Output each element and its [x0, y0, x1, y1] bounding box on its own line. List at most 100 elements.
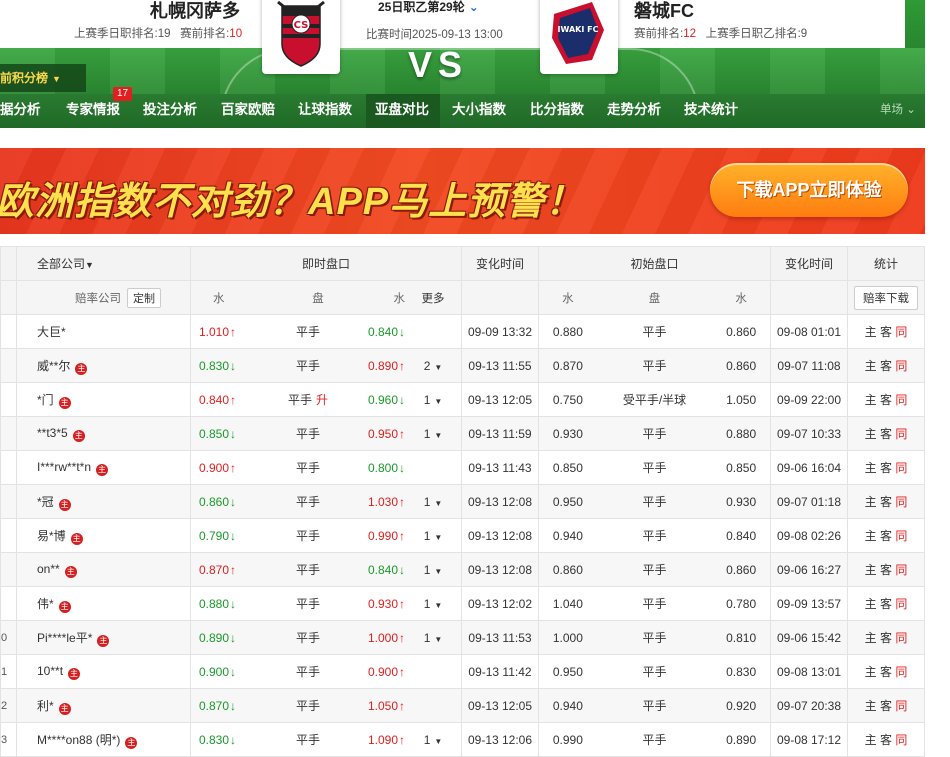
- live-home-water[interactable]: 0.790↓: [192, 529, 270, 543]
- stats-same-link[interactable]: 同: [895, 597, 907, 611]
- stats-home-link[interactable]: 主: [865, 427, 877, 441]
- stats-same-link[interactable]: 同: [895, 495, 907, 509]
- single-match-dropdown[interactable]: 单场 ⌄: [880, 94, 916, 128]
- live-home-water[interactable]: 0.870↑: [192, 563, 270, 577]
- company-cell[interactable]: I***rw**t*n 主: [16, 450, 191, 485]
- nav-item-euro-odds[interactable]: 百家欧赔: [213, 94, 283, 128]
- live-away-water[interactable]: 0.840↓: [347, 325, 405, 339]
- live-away-water[interactable]: 1.030↑: [347, 495, 405, 509]
- stats-same-link[interactable]: 同: [895, 325, 907, 339]
- company-name[interactable]: I***rw**t*n: [37, 460, 91, 474]
- stats-away-link[interactable]: 客: [880, 427, 892, 441]
- company-name[interactable]: 10**t: [37, 664, 63, 678]
- company-name[interactable]: on**: [37, 562, 60, 576]
- live-away-water[interactable]: 0.930↑: [347, 597, 405, 611]
- live-away-water[interactable]: 1.000↑: [347, 631, 405, 645]
- stats-same-link[interactable]: 同: [895, 427, 907, 441]
- live-home-water[interactable]: 0.840↑: [192, 393, 270, 407]
- more-dropdown[interactable]: 1 ▼: [405, 393, 461, 407]
- company-cell[interactable]: *门主: [16, 382, 191, 417]
- live-home-water[interactable]: 0.900↓: [192, 665, 270, 679]
- stats-same-link[interactable]: 同: [895, 393, 907, 407]
- company-cell[interactable]: 大巨*: [16, 314, 191, 349]
- stats-same-link[interactable]: 同: [895, 631, 907, 645]
- nav-item-asian-handicap[interactable]: 亚盘对比: [366, 94, 440, 128]
- home-team-name[interactable]: 札幌冈萨多: [150, 0, 240, 23]
- stats-home-link[interactable]: 主: [865, 563, 877, 577]
- live-away-water[interactable]: 0.950↑: [347, 427, 405, 441]
- more-dropdown[interactable]: 1 ▼: [405, 495, 461, 509]
- stats-same-link[interactable]: 同: [895, 563, 907, 577]
- company-name[interactable]: 大巨*: [37, 325, 66, 339]
- away-team-logo[interactable]: IWAKI FC: [540, 0, 618, 74]
- company-cell[interactable]: *冠主: [16, 484, 191, 519]
- stats-away-link[interactable]: 客: [880, 665, 892, 679]
- company-name[interactable]: 伟*: [37, 597, 54, 611]
- live-home-water[interactable]: 0.890↓: [192, 631, 270, 645]
- live-home-water[interactable]: 0.850↓: [192, 427, 270, 441]
- stats-away-link[interactable]: 客: [880, 563, 892, 577]
- more-dropdown[interactable]: 1 ▼: [405, 529, 461, 543]
- stats-same-link[interactable]: 同: [895, 461, 907, 475]
- company-filter-dropdown[interactable]: 全部公司▼: [16, 246, 191, 281]
- stats-home-link[interactable]: 主: [865, 631, 877, 645]
- nav-item-tech-stats[interactable]: 技术统计: [676, 94, 746, 128]
- live-away-water[interactable]: 0.890↑: [347, 359, 405, 373]
- stats-away-link[interactable]: 客: [880, 733, 892, 747]
- stats-same-link[interactable]: 同: [895, 359, 907, 373]
- live-away-water[interactable]: 0.840↓: [347, 563, 405, 577]
- more-dropdown[interactable]: 1 ▼: [405, 597, 461, 611]
- stats-away-link[interactable]: 客: [880, 495, 892, 509]
- stats-home-link[interactable]: 主: [865, 393, 877, 407]
- more-dropdown[interactable]: 1 ▼: [405, 733, 461, 747]
- stats-away-link[interactable]: 客: [880, 529, 892, 543]
- stats-home-link[interactable]: 主: [865, 325, 877, 339]
- live-home-water[interactable]: 0.830↓: [192, 733, 270, 747]
- stats-home-link[interactable]: 主: [865, 461, 877, 475]
- more-dropdown[interactable]: 1 ▼: [405, 631, 461, 645]
- customize-button[interactable]: 定制: [127, 287, 161, 308]
- nav-item-betting-analysis[interactable]: 投注分析: [136, 94, 206, 128]
- company-cell[interactable]: on** 主: [16, 552, 191, 587]
- home-team-logo[interactable]: CS: [262, 0, 340, 74]
- live-home-water[interactable]: 1.010↑: [192, 325, 270, 339]
- stats-same-link[interactable]: 同: [895, 665, 907, 679]
- company-cell[interactable]: **t3*5 主: [16, 416, 191, 451]
- more-dropdown[interactable]: 1 ▼: [405, 563, 461, 577]
- company-name[interactable]: *门: [37, 393, 54, 407]
- app-promo-banner[interactable]: 欧洲指数不对劲？APP马上预警！ 下载APP立即体验: [0, 148, 925, 234]
- company-cell[interactable]: 威**尔主: [16, 348, 191, 383]
- stats-home-link[interactable]: 主: [865, 359, 877, 373]
- live-home-water[interactable]: 0.830↓: [192, 359, 270, 373]
- live-away-water[interactable]: 0.900↑: [347, 665, 405, 679]
- live-away-water[interactable]: 0.800↓: [347, 461, 405, 475]
- company-name[interactable]: Pi****le平*: [37, 631, 92, 645]
- stats-away-link[interactable]: 客: [880, 359, 892, 373]
- stats-home-link[interactable]: 主: [865, 733, 877, 747]
- live-home-water[interactable]: 0.860↓: [192, 495, 270, 509]
- odds-download-button[interactable]: 赔率下载: [854, 285, 918, 310]
- more-dropdown[interactable]: 1 ▼: [405, 427, 461, 441]
- company-name[interactable]: *冠: [37, 495, 54, 509]
- live-away-water[interactable]: 0.960↓: [347, 393, 405, 407]
- stats-away-link[interactable]: 客: [880, 325, 892, 339]
- company-cell[interactable]: 易*博主: [16, 518, 191, 553]
- standings-tab[interactable]: 前积分榜 ▼: [0, 64, 86, 92]
- company-name[interactable]: 利*: [37, 699, 54, 713]
- round-selector[interactable]: 25日职乙第29轮 ⌄: [378, 0, 479, 15]
- nav-item-data-analysis[interactable]: 据分析: [0, 94, 50, 128]
- away-team-name[interactable]: 磐城FC: [634, 0, 694, 23]
- stats-home-link[interactable]: 主: [865, 665, 877, 679]
- company-cell[interactable]: M****on88 (明*) 主: [16, 722, 191, 757]
- stats-away-link[interactable]: 客: [880, 699, 892, 713]
- nav-item-score-index[interactable]: 比分指数: [522, 94, 592, 128]
- stats-away-link[interactable]: 客: [880, 393, 892, 407]
- stats-away-link[interactable]: 客: [880, 461, 892, 475]
- stats-home-link[interactable]: 主: [865, 495, 877, 509]
- stats-away-link[interactable]: 客: [880, 597, 892, 611]
- company-name[interactable]: M****on88 (明*): [37, 733, 120, 747]
- live-home-water[interactable]: 0.880↓: [192, 597, 270, 611]
- company-name[interactable]: 威**尔: [37, 359, 70, 373]
- nav-item-handicap-index[interactable]: 让球指数: [290, 94, 360, 128]
- company-cell[interactable]: Pi****le平* 主: [16, 620, 191, 655]
